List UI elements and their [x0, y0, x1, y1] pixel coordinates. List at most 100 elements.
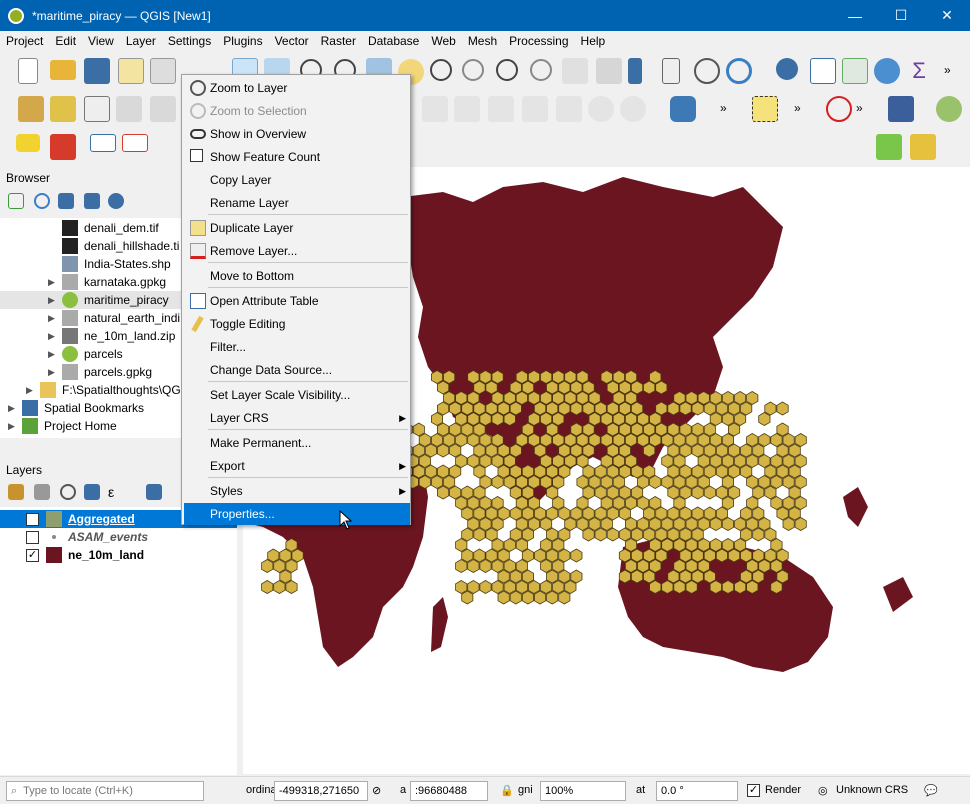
menu-project[interactable]: Project [0, 34, 49, 48]
menu-view[interactable]: View [82, 34, 120, 48]
paste-features-icon[interactable] [556, 96, 582, 122]
menu-vector[interactable]: Vector [269, 34, 315, 48]
new-project-icon[interactable] [18, 58, 38, 84]
new-3d-map-icon[interactable] [596, 58, 622, 84]
save-as-icon[interactable] [118, 58, 144, 84]
zoom-next-icon[interactable] [530, 59, 552, 81]
show-bookmarks-icon[interactable] [662, 58, 680, 84]
cut-features-icon[interactable] [454, 96, 480, 122]
menu-item-filter[interactable]: Filter... [184, 336, 410, 358]
menu-item-layer-crs[interactable]: Layer CRS ▶ [184, 407, 410, 429]
menu-item-move-to-bottom[interactable]: Move to Bottom [184, 265, 410, 287]
menu-plugins[interactable]: Plugins [217, 34, 268, 48]
filter-icon[interactable] [58, 193, 74, 209]
data-source-manager-icon[interactable] [18, 96, 44, 122]
expand-arrow-icon[interactable]: ▶ [8, 403, 22, 414]
rotation-field[interactable]: 0.0 ° [656, 781, 738, 801]
zoom-resolution-icon[interactable] [462, 59, 484, 81]
plugin-icon[interactable] [936, 96, 962, 122]
temporal-controller-icon[interactable] [694, 58, 720, 84]
expand-arrow-icon[interactable]: ▶ [48, 367, 62, 378]
menu-edit[interactable]: Edit [49, 34, 82, 48]
processing-toolbox-icon[interactable] [874, 58, 900, 84]
minimize-button[interactable]: — [832, 0, 878, 31]
expand-arrow-icon[interactable]: ▶ [48, 295, 62, 306]
layer-row-ne-10m-land[interactable]: ✓ ne_10m_land [0, 546, 237, 564]
expand-arrow-icon[interactable]: ▶ [48, 349, 62, 360]
python-console-icon[interactable] [670, 96, 696, 122]
messages-icon[interactable]: 💬 [924, 784, 938, 797]
menu-item-export[interactable]: Export ▶ [184, 455, 410, 477]
menu-mesh[interactable]: Mesh [462, 34, 503, 48]
maximize-button[interactable]: ☐ [878, 0, 924, 31]
menu-raster[interactable]: Raster [315, 34, 362, 48]
layer-visibility-checkbox[interactable] [26, 530, 39, 544]
layer-visibility-checkbox[interactable]: ✓ [26, 548, 39, 562]
select-features-icon[interactable] [752, 96, 778, 122]
manage-visibility-icon[interactable] [60, 484, 76, 500]
expand-arrow-icon[interactable]: ▶ [48, 277, 62, 288]
scale-field[interactable]: :96680488 [410, 781, 488, 801]
copy-features-icon[interactable] [522, 96, 548, 122]
field-calculator-icon[interactable] [842, 58, 868, 84]
menu-item-show-in-overview[interactable]: Show in Overview [184, 123, 410, 145]
layer-labeling-icon[interactable] [50, 134, 76, 160]
menu-layer[interactable]: Layer [120, 34, 162, 48]
scissors-icon[interactable] [488, 96, 514, 122]
bookmark-icon[interactable] [628, 58, 642, 84]
menu-item-duplicate-layer[interactable]: Duplicate Layer [184, 217, 410, 239]
coordinate-field[interactable]: -499318,271650 [274, 781, 368, 801]
refresh-icon[interactable] [34, 193, 50, 209]
menu-item-make-permanent[interactable]: Make Permanent... [184, 432, 410, 454]
menu-web[interactable]: Web [425, 34, 461, 48]
close-button[interactable]: ✕ [924, 0, 970, 31]
save-project-icon[interactable] [84, 58, 110, 84]
menu-item-change-data-source[interactable]: Change Data Source... [184, 359, 410, 381]
toolbar-overflow-icon[interactable]: » [856, 101, 882, 127]
render-checkbox[interactable]: ✓ [747, 784, 760, 797]
menu-settings[interactable]: Settings [162, 34, 217, 48]
print-layout-icon[interactable] [150, 58, 176, 84]
open-project-icon[interactable] [50, 60, 76, 80]
collapse-all-icon[interactable] [84, 193, 100, 209]
identify-icon[interactable] [776, 58, 798, 80]
expand-arrow-icon[interactable]: ▶ [48, 313, 62, 324]
new-map-view-icon[interactable] [562, 58, 588, 84]
crs-button[interactable]: Unknown CRS [836, 784, 908, 796]
expand-arrow-icon[interactable]: ▶ [8, 421, 22, 432]
add-layer-icon[interactable] [50, 96, 76, 122]
layer-row-asam-events[interactable]: ASAM_events [0, 528, 237, 546]
attribute-table-icon[interactable] [810, 58, 836, 84]
menu-item-styles[interactable]: Styles ▶ [184, 480, 410, 502]
menu-item-set-layer-scale-visibility[interactable]: Set Layer Scale Visibility... [184, 384, 410, 406]
delete-selected-icon[interactable] [422, 96, 448, 122]
locator-search-input[interactable]: ⌕ Type to locate (Ctrl+K) [6, 781, 204, 801]
expand-all-icon[interactable] [146, 484, 162, 500]
menu-item-toggle-editing[interactable]: Toggle Editing [184, 313, 410, 335]
redo-icon[interactable] [620, 96, 646, 122]
zoom-native-icon[interactable] [430, 59, 452, 81]
digitize-icon[interactable] [116, 96, 142, 122]
style-manager-icon[interactable] [8, 484, 24, 500]
menu-item-zoom-to-selection[interactable]: Zoom to Selection [184, 100, 410, 122]
filter-legend-icon[interactable] [84, 484, 100, 500]
menu-item-properties[interactable]: Properties... [184, 503, 410, 525]
zoom-last-icon[interactable] [496, 59, 518, 81]
new-shapefile-icon[interactable] [84, 96, 110, 122]
add-group-icon[interactable] [34, 484, 50, 500]
refresh-icon[interactable] [726, 58, 752, 84]
toolbar-overflow-icon[interactable]: » [720, 101, 746, 127]
menu-item-zoom-to-layer[interactable]: Zoom to Layer [184, 77, 410, 99]
lock-scale-icon[interactable]: 🔒 [500, 784, 514, 797]
toolbar-item-icon[interactable] [150, 96, 176, 122]
menu-item-show-feature-count[interactable]: Show Feature Count [184, 146, 410, 168]
add-selected-layers-icon[interactable] [8, 193, 24, 209]
menu-item-remove-layer[interactable]: Remove Layer... [184, 240, 410, 262]
statistics-icon[interactable]: Σ [906, 58, 932, 84]
toolbar-overflow-icon[interactable]: » [944, 63, 970, 89]
toolbar-overflow-icon[interactable]: » [794, 101, 820, 127]
highlight-label-icon[interactable] [122, 134, 148, 152]
layer-visibility-checkbox[interactable]: ✓ [26, 512, 39, 526]
menu-item-open-attribute-table[interactable]: Open Attribute Table [184, 290, 410, 312]
menu-database[interactable]: Database [362, 34, 425, 48]
